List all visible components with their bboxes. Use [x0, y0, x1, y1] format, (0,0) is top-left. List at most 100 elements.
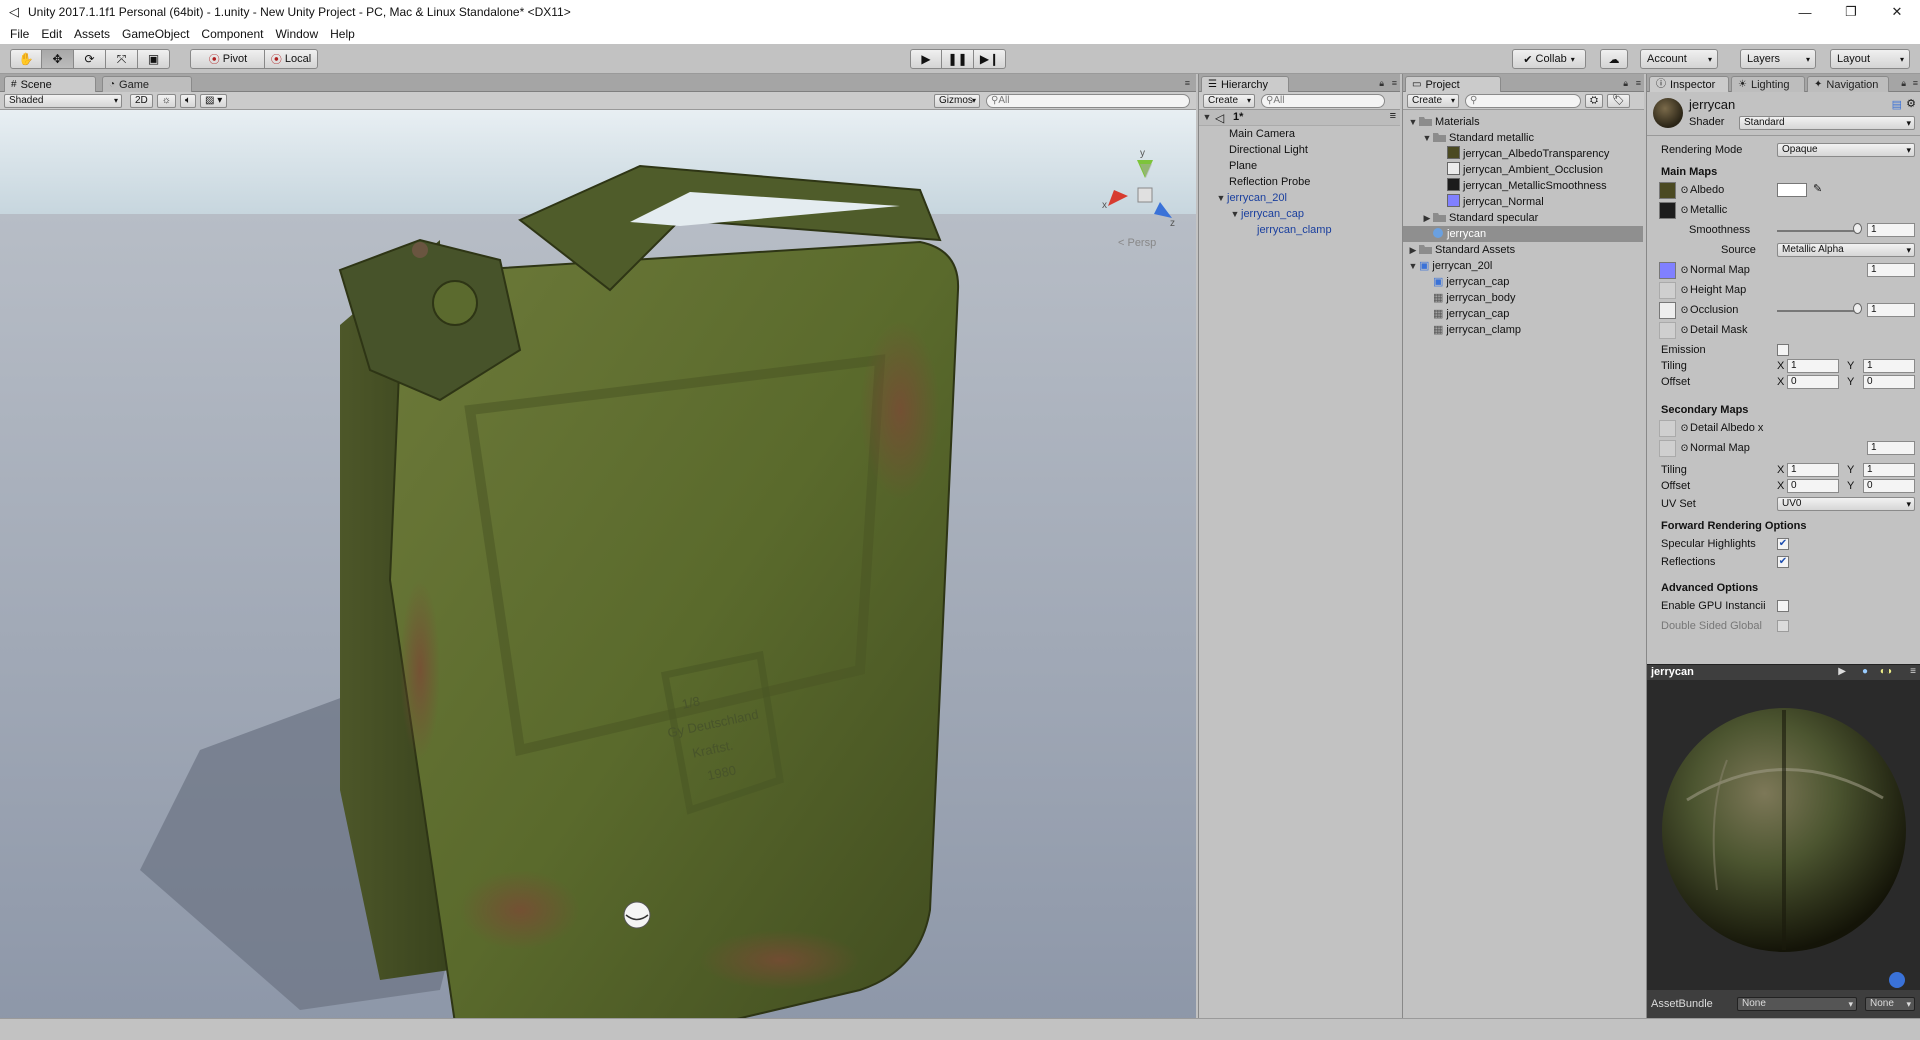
hierarchy-item-jerrycan-cap[interactable]: ▼ jerrycan_cap	[1229, 206, 1304, 222]
expand-arrow-icon[interactable]: ▼	[1229, 206, 1241, 222]
hierarchy-item-plane[interactable]: Plane	[1229, 158, 1257, 174]
gizmos-dropdown[interactable]: Gizmos ▾	[934, 93, 980, 108]
tab-lighting[interactable]: ☀ Lighting	[1731, 76, 1805, 92]
smoothness-slider[interactable]	[1777, 230, 1857, 232]
reflections-checkbox[interactable]: ✔	[1777, 556, 1789, 568]
preview-sphere-icon[interactable]: ●	[1862, 666, 1868, 677]
albedo-slot-icon[interactable]	[1659, 182, 1676, 199]
occlusion-slider-handle[interactable]	[1853, 303, 1862, 314]
project-item-jerrycan-clamp-mesh[interactable]: ▦ jerrycan_clamp	[1433, 322, 1521, 338]
rect-tool-icon[interactable]: ▣	[138, 49, 170, 69]
layout-dropdown[interactable]: Layout ▾	[1830, 49, 1910, 69]
minimize-button[interactable]: —	[1782, 0, 1828, 24]
expand-arrow-icon[interactable]: ▼	[1215, 190, 1227, 206]
lighting-toggle-icon[interactable]: ☼	[156, 93, 176, 108]
material-preview-area[interactable]	[1647, 680, 1920, 990]
double-sided-checkbox[interactable]	[1777, 620, 1789, 632]
normal-map-slot-icon[interactable]	[1659, 262, 1676, 279]
assetbundle-variant-dropdown[interactable]: None	[1865, 997, 1915, 1011]
eyedropper-icon[interactable]: ✎	[1813, 182, 1822, 195]
move-tool-icon[interactable]: ✥	[42, 49, 74, 69]
project-folder-standard-assets[interactable]: ▶ Standard Assets	[1407, 242, 1516, 258]
project-item-normal[interactable]: jerrycan_Normal	[1447, 194, 1544, 210]
pause-icon[interactable]: ❚❚	[942, 49, 974, 69]
rotate-tool-icon[interactable]: ⟳	[74, 49, 106, 69]
project-folder-standard-specular[interactable]: ▶ Standard specular	[1421, 210, 1539, 226]
project-item-jerrycan-cap-mesh[interactable]: ▦ jerrycan_cap	[1433, 306, 1509, 322]
settings-gear-icon[interactable]: ⚙	[1906, 97, 1916, 110]
expand-arrow-icon[interactable]: ▶	[1407, 242, 1419, 258]
tiling-y-input[interactable]: 1	[1863, 359, 1915, 373]
detail-albedo-slot-icon[interactable]	[1659, 420, 1676, 437]
shader-dropdown[interactable]: Standard	[1739, 116, 1915, 130]
preview-menu-icon[interactable]: ≡	[1910, 666, 1916, 677]
hierarchy-search-input[interactable]: ⚲All	[1261, 93, 1385, 108]
collab-button[interactable]: ✔ Collab ▾	[1512, 49, 1586, 69]
menu-gameobject[interactable]: GameObject	[116, 24, 195, 44]
project-item-albedo-transparency[interactable]: jerrycan_AlbedoTransparency	[1447, 146, 1609, 162]
albedo-color-field[interactable]	[1777, 183, 1807, 197]
menu-component[interactable]: Component	[195, 24, 269, 44]
sec-tiling-x-input[interactable]: 1	[1787, 463, 1839, 477]
offset-y-input[interactable]: 0	[1863, 375, 1915, 389]
expand-arrow-icon[interactable]: ▼	[1407, 258, 1419, 274]
effects-toggle-icon[interactable]: ▨ ▾	[199, 93, 228, 108]
account-dropdown[interactable]: Account ▾	[1640, 49, 1718, 69]
filter-by-label-icon[interactable]: 🏷︎	[1607, 93, 1630, 108]
gpu-instancing-checkbox[interactable]	[1777, 600, 1789, 612]
offset-x-input[interactable]: 0	[1787, 375, 1839, 389]
expand-arrow-icon[interactable]: ▼	[1407, 114, 1419, 130]
panel-menu-icon[interactable]: ≡	[1913, 78, 1918, 88]
project-folder-standard-metallic[interactable]: ▼ Standard metallic	[1421, 130, 1534, 146]
metallic-slot-icon[interactable]	[1659, 202, 1676, 219]
detail-mask-slot-icon[interactable]	[1659, 322, 1676, 339]
emission-checkbox[interactable]	[1777, 344, 1789, 356]
hierarchy-item-jerrycan-20l[interactable]: ▼ jerrycan_20l	[1215, 190, 1287, 206]
project-item-jerrycan-cap-prefab[interactable]: ▣ jerrycan_cap	[1433, 274, 1509, 290]
hierarchy-item-reflection-probe[interactable]: Reflection Probe	[1229, 174, 1310, 190]
panel-menu-icon[interactable]: ≡	[1636, 78, 1641, 88]
preview-lights-icon[interactable]: ◐◑	[1880, 666, 1892, 677]
specular-highlights-checkbox[interactable]: ✔	[1777, 538, 1789, 550]
scale-tool-icon[interactable]: ⤧	[106, 49, 138, 69]
project-folder-materials[interactable]: ▼ Materials	[1407, 114, 1480, 130]
layers-dropdown[interactable]: Layers ▾	[1740, 49, 1816, 69]
tab-game[interactable]: ◔ Game	[102, 76, 192, 92]
tab-hierarchy[interactable]: ☰ Hierarchy	[1201, 76, 1289, 92]
expand-arrow-icon[interactable]: ▼	[1201, 112, 1213, 122]
expand-arrow-icon[interactable]: ▼	[1421, 130, 1433, 146]
panel-menu-icon[interactable]: ≡	[1392, 78, 1397, 88]
audio-toggle-icon[interactable]: 🔈︎	[179, 93, 196, 108]
secondary-normal-slot-icon[interactable]	[1659, 440, 1676, 457]
occlusion-slot-icon[interactable]	[1659, 302, 1676, 319]
preview-play-icon[interactable]: ▶	[1838, 666, 1846, 677]
hand-tool-icon[interactable]: ✋	[10, 49, 42, 69]
scene-search-input[interactable]: ⚲All	[986, 93, 1190, 108]
occlusion-slider[interactable]	[1777, 310, 1857, 312]
normal-map-scale[interactable]: 1	[1867, 263, 1915, 277]
lock-icon[interactable]: 🔒︎	[1901, 78, 1906, 89]
sec-offset-y-input[interactable]: 0	[1863, 479, 1915, 493]
hierarchy-item-directional-light[interactable]: Directional Light	[1229, 142, 1308, 158]
uv-set-dropdown[interactable]: UV0	[1777, 497, 1915, 511]
secondary-normal-scale[interactable]: 1	[1867, 441, 1915, 455]
tab-inspector[interactable]: ⓘ Inspector	[1649, 76, 1729, 92]
tab-navigation[interactable]: ✦ Navigation	[1807, 76, 1889, 92]
play-icon[interactable]: ▶	[910, 49, 942, 69]
pivot-button[interactable]: ⦿ Pivot	[190, 49, 266, 69]
project-item-jerrycan-material[interactable]: jerrycan	[1403, 226, 1643, 242]
shading-dropdown[interactable]: Shaded ▾	[4, 93, 122, 108]
local-button[interactable]: ⦿ Local	[264, 49, 318, 69]
tab-project[interactable]: ▭ Project	[1405, 76, 1501, 92]
reflection-probe-gizmo[interactable]	[623, 901, 651, 929]
project-search-input[interactable]: ⚲	[1465, 93, 1581, 108]
sec-tiling-y-input[interactable]: 1	[1863, 463, 1915, 477]
project-item-metallic-smoothness[interactable]: jerrycan_MetallicSmoothness	[1447, 178, 1607, 194]
project-item-ambient-occlusion[interactable]: jerrycan_Ambient_Occlusion	[1447, 162, 1603, 178]
hierarchy-create-button[interactable]: Create ▾	[1203, 93, 1255, 108]
source-dropdown[interactable]: Metallic Alpha	[1777, 243, 1915, 257]
2d-toggle[interactable]: 2D	[130, 93, 153, 108]
project-item-jerrycan-body-mesh[interactable]: ▦ jerrycan_body	[1433, 290, 1516, 306]
rendering-mode-dropdown[interactable]: Opaque	[1777, 143, 1915, 157]
maximize-button[interactable]: ❐	[1828, 0, 1874, 24]
